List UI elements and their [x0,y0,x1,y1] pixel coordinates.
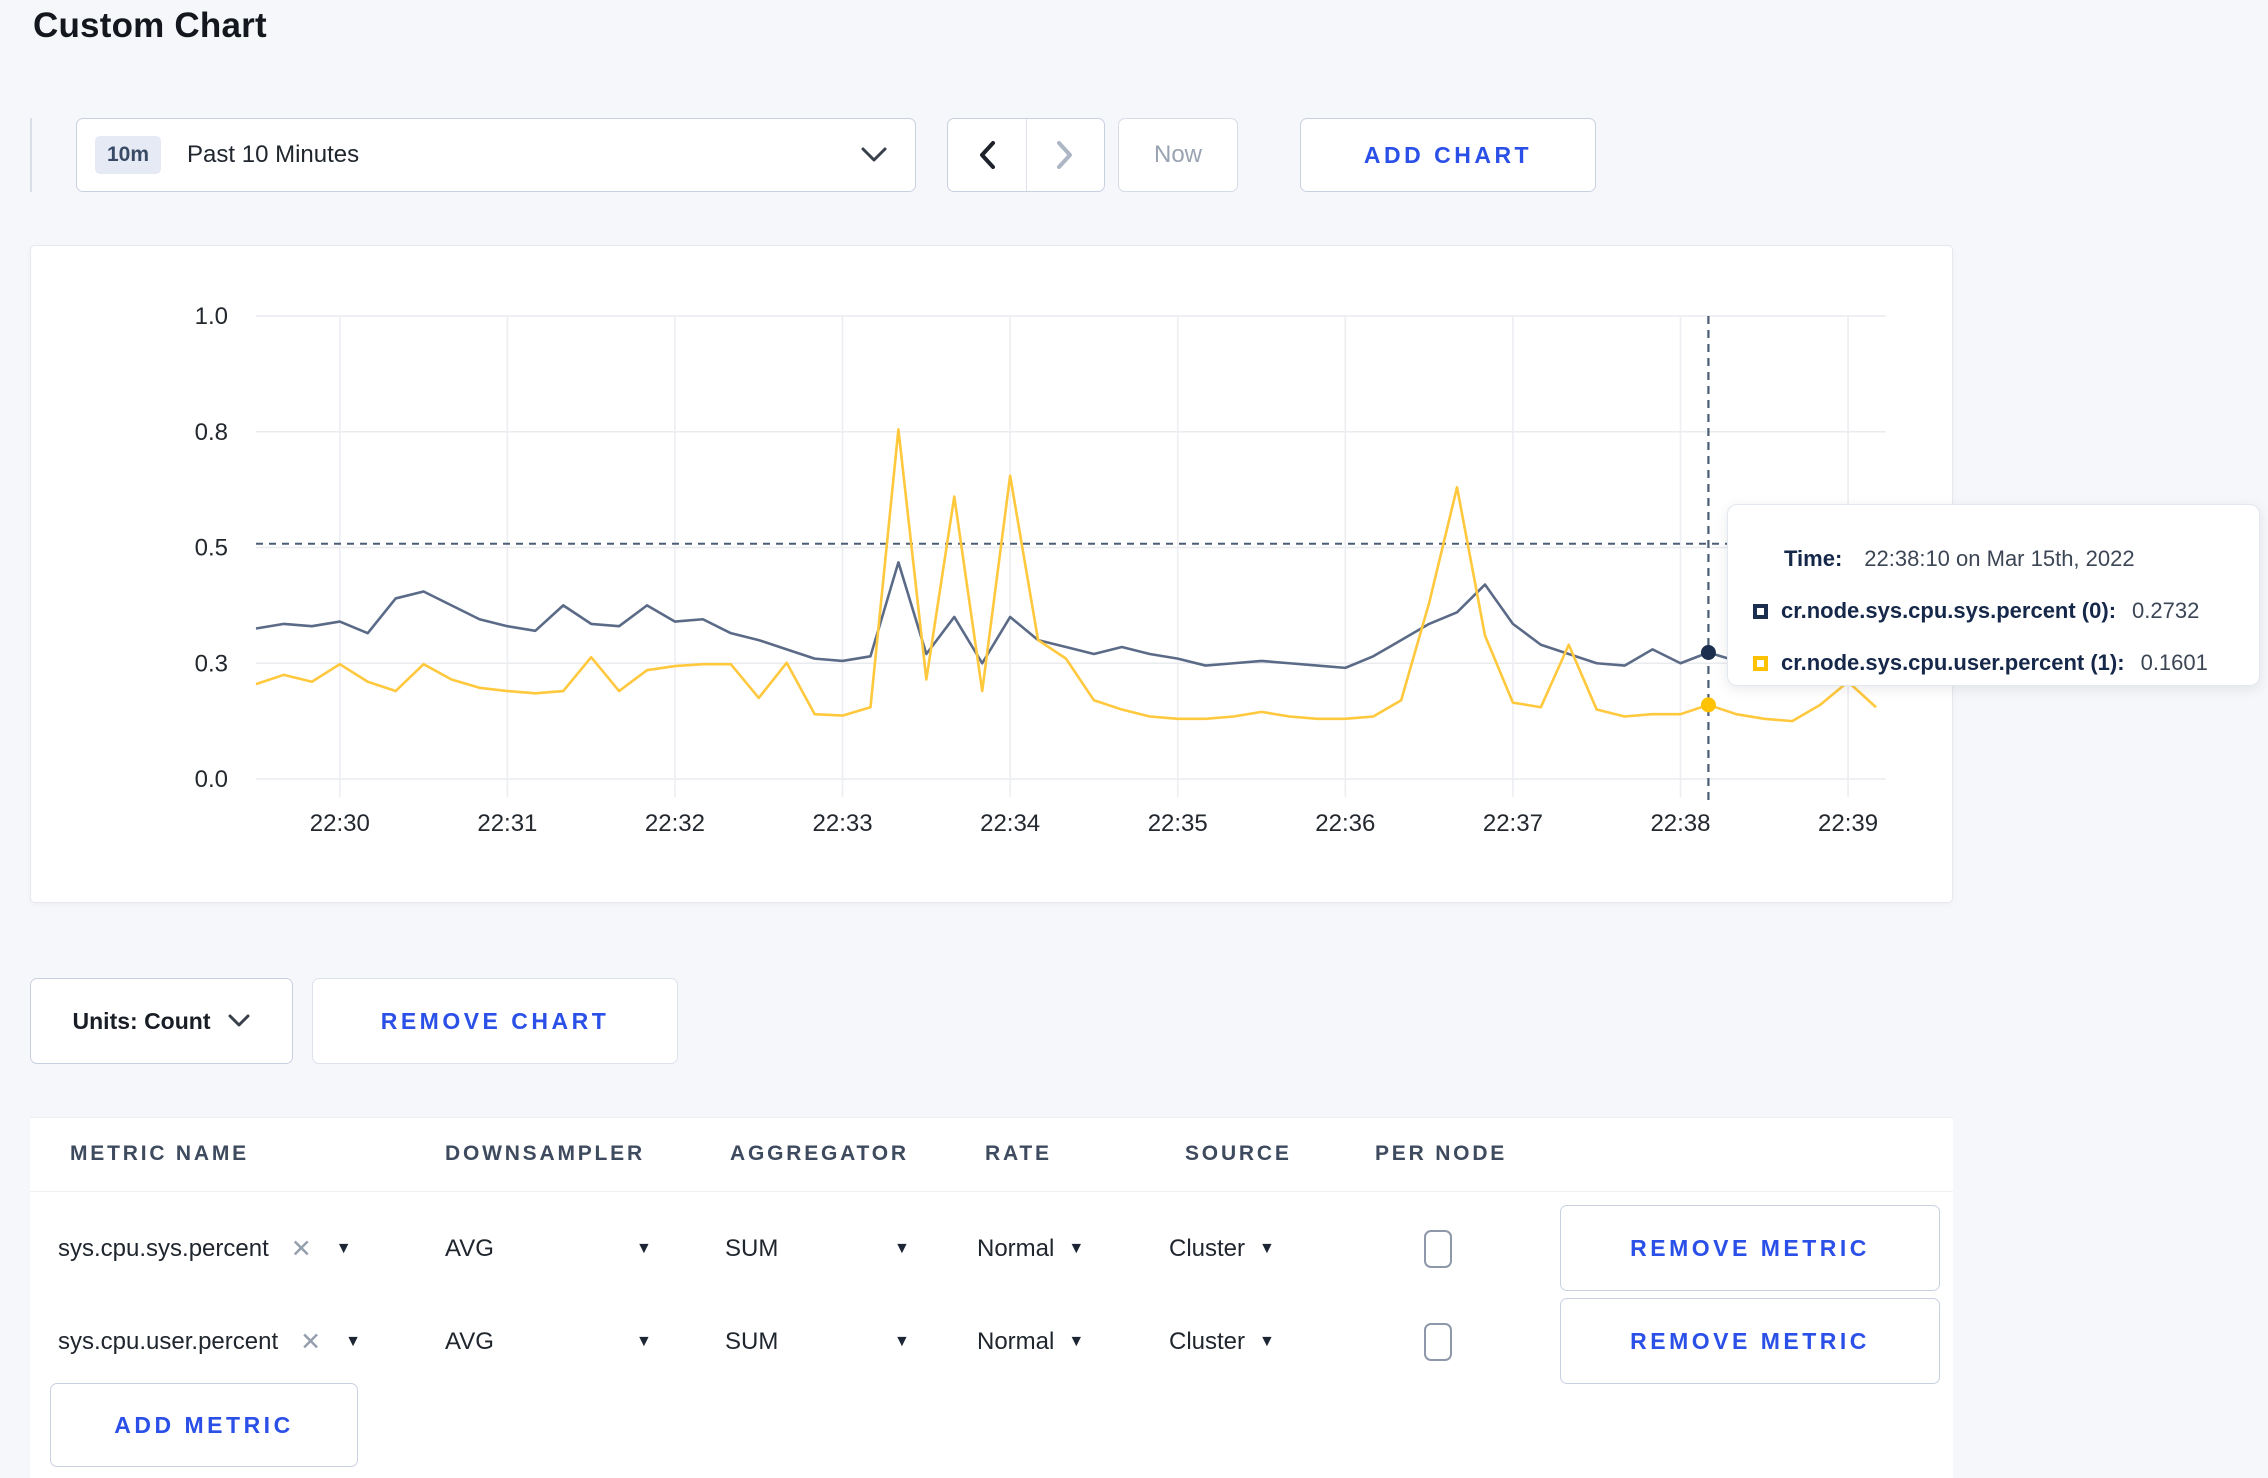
add-chart-button[interactable]: ADD CHART [1300,118,1596,192]
source-value: Cluster [1169,1327,1246,1355]
chevron-left-icon [979,141,995,169]
tooltip-series-row: cr.node.sys.cpu.sys.percent (0): 0.2732 [1728,585,2259,637]
rate-value: Normal [977,1327,1055,1355]
svg-text:1.0: 1.0 [195,303,228,330]
remove-metric-button[interactable]: REMOVE METRIC [1560,1205,1940,1291]
metric-row: sys.cpu.sys.percent ✕ ▼ AVG ▼ SUM ▼ Norm… [30,1202,1953,1295]
caret-down-icon: ▼ [1259,1332,1275,1350]
time-range-dropdown[interactable]: 10m Past 10 Minutes [76,118,916,192]
svg-text:22:38: 22:38 [1650,810,1710,837]
svg-text:0.5: 0.5 [195,535,228,562]
caret-down-icon: ▼ [345,1332,361,1350]
metric-name-dropdown[interactable]: sys.cpu.sys.percent ✕ ▼ [58,1234,352,1264]
chevron-down-icon [228,1014,250,1027]
svg-text:22:33: 22:33 [813,810,873,837]
time-backward-button[interactable] [948,119,1026,191]
metric-name-value: sys.cpu.user.percent [58,1327,279,1355]
downsampler-dropdown[interactable]: AVG [445,1328,494,1356]
downsampler-dropdown[interactable]: AVG [445,1235,494,1263]
col-header-rate: RATE [985,1142,1052,1165]
rate-dropdown[interactable]: Normal ▼ [977,1235,1084,1263]
time-nav-group [947,118,1105,192]
clear-metric-icon[interactable]: ✕ [300,1327,321,1357]
remove-chart-button[interactable]: REMOVE CHART [312,978,678,1064]
chevron-right-icon [1057,141,1073,169]
tooltip-time-value: 22:38:10 on Mar 15th, 2022 [1864,546,2135,571]
user-percent-swatch-icon [1753,655,1768,671]
per-node-checkbox[interactable] [1424,1229,1452,1268]
caret-down-icon: ▼ [1068,1239,1085,1257]
tooltip-series-name: cr.node.sys.cpu.user.percent (1): [1781,650,2125,675]
metric-row: sys.cpu.user.percent ✕ ▼ AVG ▼ SUM ▼ Nor… [30,1295,1953,1388]
time-range-badge: 10m [95,136,162,174]
time-forward-button[interactable] [1025,119,1105,191]
page-title: Custom Chart [33,6,267,45]
caret-down-icon: ▼ [1259,1239,1275,1257]
svg-text:22:35: 22:35 [1148,810,1208,837]
aggregator-value: SUM [725,1327,779,1355]
tooltip-series-value: 0.1601 [2140,650,2208,675]
svg-text:22:31: 22:31 [477,810,537,837]
units-dropdown[interactable]: Units: Count [30,978,293,1064]
col-header-source: SOURCE [1185,1142,1292,1165]
rate-dropdown[interactable]: Normal ▼ [977,1328,1084,1356]
downsampler-value: AVG [445,1327,494,1355]
svg-text:0.8: 0.8 [195,419,228,446]
tooltip-time-label: Time: [1784,546,1843,571]
col-header-downsampler: DOWNSAMPLER [445,1142,645,1165]
per-node-checkbox[interactable] [1424,1322,1452,1361]
svg-text:22:32: 22:32 [645,810,705,837]
metric-name-dropdown[interactable]: sys.cpu.user.percent ✕ ▼ [58,1327,361,1357]
svg-text:0.0: 0.0 [195,766,228,793]
remove-metric-button[interactable]: REMOVE METRIC [1560,1298,1940,1384]
aggregator-dropdown[interactable]: SUM [725,1235,778,1263]
source-dropdown[interactable]: Cluster ▼ [1169,1328,1275,1356]
metrics-line-chart[interactable]: 0.0 0.3 0.5 0.8 1.0 22:30 22:31 22:32 22:33 22:34… [31,246,1954,904]
time-range-label: Past 10 Minutes [187,141,360,168]
svg-text:22:30: 22:30 [310,810,370,837]
sys-percent-swatch-icon [1753,603,1768,619]
caret-down-icon[interactable]: ▼ [894,1333,910,1351]
svg-text:22:34: 22:34 [980,810,1040,837]
chevron-down-icon [861,147,887,162]
source-dropdown[interactable]: Cluster ▼ [1169,1235,1275,1263]
caret-down-icon: ▼ [335,1239,352,1257]
svg-text:22:37: 22:37 [1483,810,1543,837]
svg-text:0.3: 0.3 [195,650,228,677]
downsampler-value: AVG [445,1234,494,1262]
metrics-table-header: METRIC NAME DOWNSAMPLER AGGREGATOR RATE … [30,1118,1953,1192]
add-metric-button[interactable]: ADD METRIC [50,1383,358,1467]
col-header-metric-name: METRIC NAME [70,1142,249,1165]
caret-down-icon[interactable]: ▼ [636,1240,652,1258]
caret-down-icon[interactable]: ▼ [636,1333,652,1351]
tooltip-time-row: Time: 22:38:10 on Mar 15th, 2022 [1728,533,2259,585]
tooltip-series-value: 0.2732 [2132,598,2200,623]
chart-card: 0.0 0.3 0.5 0.8 1.0 22:30 22:31 22:32 22:33 22:34… [30,245,2260,904]
aggregator-value: SUM [725,1234,779,1262]
rate-value: Normal [977,1234,1055,1262]
metric-name-value: sys.cpu.sys.percent [58,1234,269,1262]
tooltip-series-name: cr.node.sys.cpu.sys.percent (0): [1781,598,2117,623]
col-header-per-node: PER NODE [1375,1142,1508,1165]
caret-down-icon[interactable]: ▼ [894,1240,910,1258]
tooltip-series-row: cr.node.sys.cpu.user.percent (1): 0.1601 [1728,637,2259,689]
clear-metric-icon[interactable]: ✕ [291,1234,312,1264]
source-value: Cluster [1169,1234,1246,1262]
toolbar-divider [30,118,32,192]
col-header-aggregator: AGGREGATOR [730,1142,909,1165]
now-button[interactable]: Now [1118,118,1238,192]
units-label: Units: Count [72,1007,211,1034]
caret-down-icon: ▼ [1068,1332,1085,1350]
aggregator-dropdown[interactable]: SUM [725,1328,778,1356]
metrics-table: METRIC NAME DOWNSAMPLER AGGREGATOR RATE … [30,1117,1953,1478]
svg-text:22:39: 22:39 [1818,810,1878,837]
chart-tooltip: Time: 22:38:10 on Mar 15th, 2022 cr.node… [1727,504,2260,686]
svg-text:22:36: 22:36 [1315,810,1375,837]
